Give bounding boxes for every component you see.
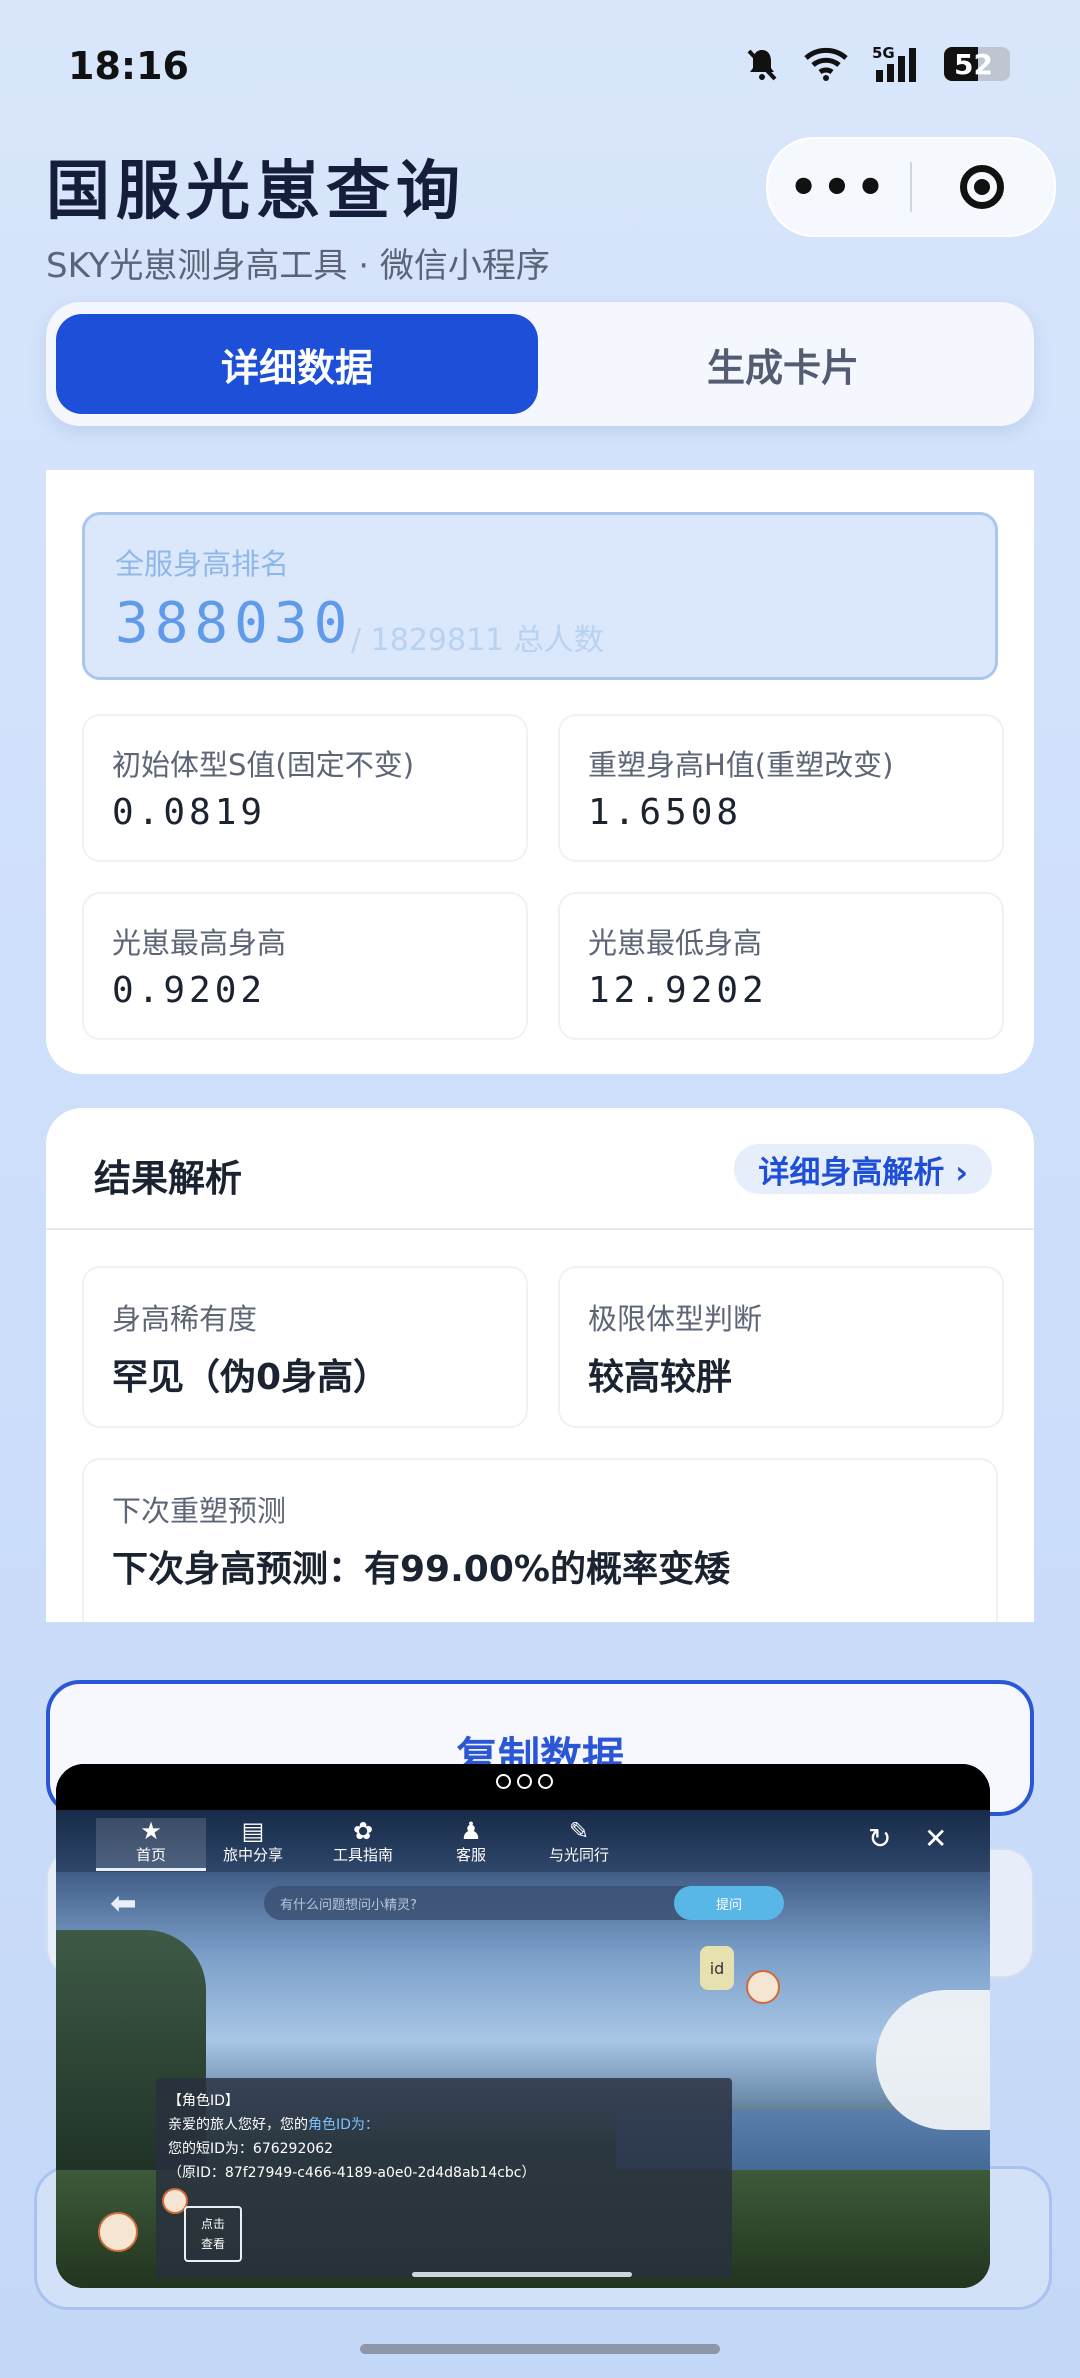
stat-label: 初始体型S值(固定不变) (112, 748, 415, 782)
tab-generate-card[interactable]: 生成卡片 (542, 314, 1024, 414)
svg-text:5G: 5G (872, 44, 895, 62)
tab-switcher: 详细数据 生成卡片 (46, 302, 1034, 426)
window-more-icon[interactable] (496, 1774, 553, 1789)
feather-icon: ✎ (568, 1817, 590, 1845)
chat-message-box: 【角色ID】 亲爱的旅人您好，您的角色ID为： 您的短ID为：676292062… (156, 2078, 732, 2278)
more-menu-button[interactable]: ••• (768, 160, 910, 214)
game-nav-bar: ★ 首页 ▤ 旅中分享 ✿ 工具指南 ♟ 客服 ✎ 与光同行 ↻ ✕ (56, 1810, 990, 1872)
chat-text: 亲爱的旅人您好，您的 (168, 2117, 308, 2133)
stat-min-height: 光崽最低身高 12.9202 (558, 892, 1004, 1040)
battery-level: 52 (954, 48, 993, 81)
next-reshape-label: 下次重塑预测 (112, 1494, 287, 1528)
refresh-icon[interactable]: ↻ (868, 1822, 891, 1855)
rarity-value: 罕见（伪0身高） (112, 1357, 390, 1398)
window-drag-handle[interactable] (412, 2272, 632, 2277)
game-nav-label: 工具指南 (332, 1846, 393, 1864)
result-card-header: 结果解析 详细身高解析 › (46, 1108, 1034, 1230)
target-circle-icon (960, 165, 1004, 209)
star-icon: ★ (140, 1817, 162, 1845)
chat-line: （原ID：87f27949-c466-4189-a0e0-2d4d8ab14cb… (168, 2165, 536, 2181)
floating-game-window[interactable]: ★ 首页 ▤ 旅中分享 ✿ 工具指南 ♟ 客服 ✎ 与光同行 ↻ ✕ ⬅ 有什么… (56, 1764, 990, 2288)
rank-box: 全服身高排名 388030 / 1829811 总人数 (82, 512, 998, 680)
rank-value: 388030 (115, 591, 354, 656)
ask-button[interactable]: 提问 (674, 1886, 784, 1920)
battery-icon: 52 (944, 47, 1010, 81)
body-type-value: 较高较胖 (588, 1357, 733, 1398)
status-time: 18:16 (68, 44, 189, 88)
cloud-shape (876, 1990, 990, 2130)
game-nav-label: 首页 (135, 1846, 166, 1864)
back-arrow-icon[interactable]: ⬅ (110, 1884, 137, 1922)
stat-max-height: 光崽最高身高 0.9202 (82, 892, 528, 1040)
rank-total: / 1829811 总人数 (351, 623, 604, 658)
stat-value: 1.6508 (588, 792, 743, 833)
game-nav-label: 旅中分享 (222, 1846, 283, 1864)
game-nav-share[interactable]: ▤ 旅中分享 (198, 1818, 308, 1865)
chat-line: 亲爱的旅人您好，您的角色ID为： (168, 2114, 379, 2134)
rarity-box: 身高稀有度 罕见（伪0身高） (82, 1266, 528, 1428)
detail-analysis-button[interactable]: 详细身高解析 › (734, 1144, 992, 1194)
character-avatar-icon (98, 2212, 138, 2252)
game-nav-label: 客服 (455, 1846, 486, 1864)
game-scene: ★ 首页 ▤ 旅中分享 ✿ 工具指南 ♟ 客服 ✎ 与光同行 ↻ ✕ ⬅ 有什么… (56, 1810, 990, 2288)
chat-line: 【角色ID】 (168, 2093, 239, 2109)
page-subtitle: SKY光崽测身高工具 · 微信小程序 (46, 246, 550, 286)
tab-detail-data[interactable]: 详细数据 (56, 314, 538, 414)
rank-label: 全服身高排名 (115, 547, 290, 581)
body-type-label: 极限体型判断 (588, 1302, 763, 1336)
stat-value: 0.9202 (112, 970, 267, 1011)
result-title: 结果解析 (94, 1157, 242, 1200)
trash-icon: ▤ (241, 1817, 265, 1845)
chat-highlight: 角色ID为： (308, 2117, 379, 2133)
stat-reshape-h: 重塑身高H值(重塑改变) 1.6508 (558, 714, 1004, 862)
id-bubble[interactable]: id (700, 1946, 734, 1990)
miniprogram-capsule: ••• (766, 137, 1056, 237)
floating-window-titlebar[interactable] (56, 1764, 990, 1810)
game-nav-service[interactable]: ♟ 客服 (416, 1818, 526, 1865)
person-icon: ♟ (460, 1817, 482, 1845)
stat-value: 0.0819 (112, 792, 267, 833)
game-nav-home[interactable]: ★ 首页 (96, 1818, 206, 1871)
character-avatar-icon (746, 1970, 780, 2004)
stat-value: 12.9202 (588, 970, 768, 1011)
stat-label: 光崽最低身高 (588, 926, 763, 960)
page-title: 国服光崽查询 (46, 155, 466, 229)
game-nav-label: 与光同行 (548, 1846, 609, 1864)
close-miniprogram-button[interactable] (912, 165, 1052, 209)
gear-icon: ✿ (352, 1817, 374, 1845)
next-reshape-value: 下次身高预测：有99.00%的概率变矮 (112, 1549, 730, 1590)
stat-label: 重塑身高H值(重塑改变) (588, 748, 894, 782)
data-card: 全服身高排名 388030 / 1829811 总人数 初始体型S值(固定不变)… (46, 470, 1034, 1074)
close-icon[interactable]: ✕ (924, 1822, 947, 1855)
stat-initial-s: 初始体型S值(固定不变) 0.0819 (82, 714, 528, 862)
signal-5g-icon: 5G (872, 44, 916, 82)
game-nav-tools[interactable]: ✿ 工具指南 (308, 1818, 418, 1865)
question-search-input[interactable]: 有什么问题想问小精灵? 提问 (264, 1886, 784, 1920)
wifi-icon (804, 47, 848, 81)
tap-to-view-button[interactable]: 点击 查看 (184, 2206, 242, 2262)
rarity-label: 身高稀有度 (112, 1302, 258, 1336)
next-reshape-box: 下次重塑预测 下次身高预测：有99.00%的概率变矮 (82, 1458, 998, 1622)
search-placeholder: 有什么问题想问小精灵? (280, 1898, 417, 1913)
status-icons: 5G 52 (744, 44, 1010, 84)
chat-line: 您的短ID为：676292062 (168, 2141, 334, 2157)
stat-label: 光崽最高身高 (112, 926, 287, 960)
game-nav-together[interactable]: ✎ 与光同行 (524, 1818, 634, 1865)
body-type-box: 极限体型判断 较高较胖 (558, 1266, 1004, 1428)
home-indicator[interactable] (360, 2344, 720, 2354)
mute-bell-icon (747, 49, 777, 81)
result-card: 结果解析 详细身高解析 › 身高稀有度 罕见（伪0身高） 极限体型判断 较高较胖… (46, 1108, 1034, 1622)
